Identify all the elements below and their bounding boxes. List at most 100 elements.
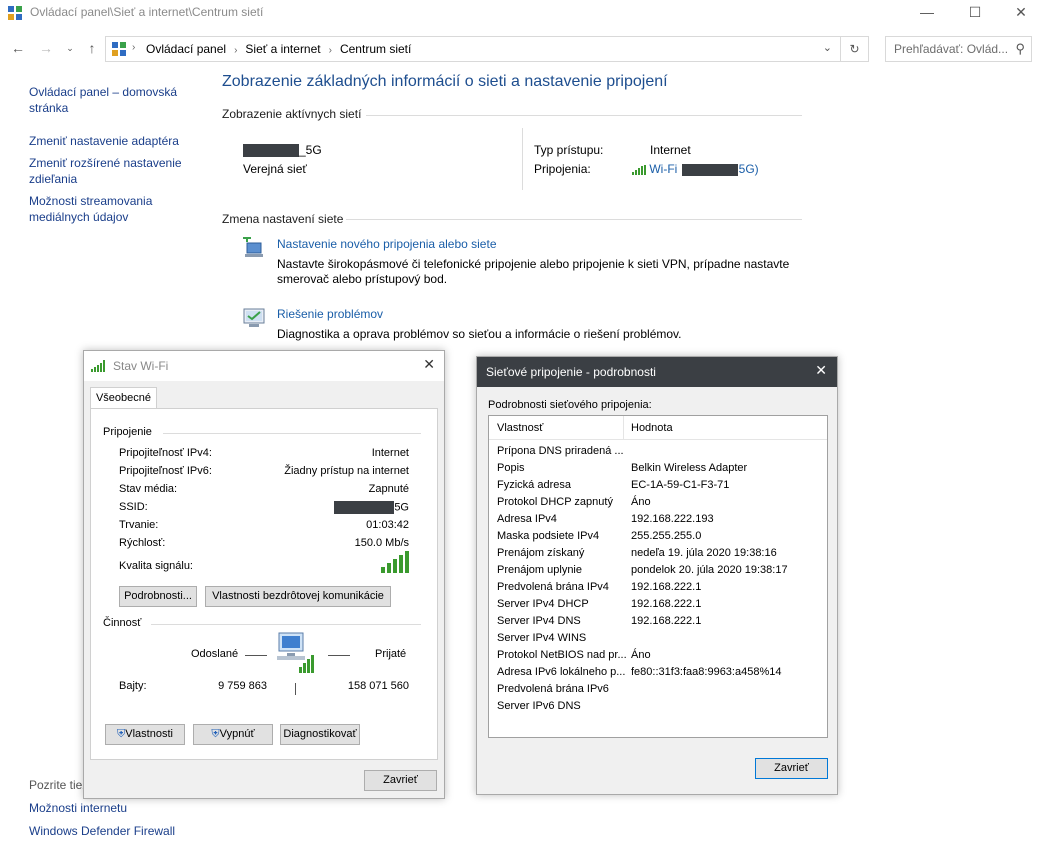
connection-row-label: Rýchlosť: [119,537,166,549]
close-icon[interactable]: ✕ [423,356,435,373]
list-item[interactable]: Fyzická adresa EC-1A-59-C1-F3-71 [489,478,827,495]
shield-icon: ⛨ [211,728,220,740]
divider [151,624,421,625]
details-list[interactable]: Vlastnosť Hodnota Prípona DNS priradená … [488,415,828,738]
properties-button[interactable]: ⛨Vlastnosti [105,724,185,745]
breadcrumb-item[interactable]: Centrum sietí [340,42,411,56]
active-networks-header: Zobrazenie aktívnych sietí [222,107,362,121]
sidebar-item-sharing-settings[interactable]: Zmeniť rozšírené nastavenie zdieľania [29,155,199,187]
close-button[interactable]: Zavrieť [755,758,828,779]
diagnose-button[interactable]: Diagnostikovať [280,724,360,745]
breadcrumb-item[interactable]: Ovládací panel [146,42,226,56]
list-item[interactable]: Adresa IPv6 lokálneho p... fe80::31f3:faa… [489,665,827,682]
wifi-status-title: Stav Wi-Fi [113,359,169,373]
wifi-connection-link[interactable]: Wi-Fi 5G) [632,162,759,176]
divider [328,655,350,656]
redacted-block [681,163,738,176]
list-item[interactable]: Server IPv4 WINS [489,631,827,648]
troubleshoot-link[interactable]: Riešenie problémov [277,307,383,321]
breadcrumb-item[interactable]: Sieť a internet [245,42,320,56]
details-button[interactable]: Podrobnosti... [119,586,197,607]
signal-bar [399,555,403,573]
property-value: Belkin Wireless Adapter [631,462,748,474]
network-name: _5G [243,143,322,158]
property-name: Server IPv4 DNS [497,615,581,627]
sidebar-item-firewall[interactable]: Windows Defender Firewall [29,823,199,839]
disable-button[interactable]: ⛨Vypnúť [193,724,273,745]
breadcrumb-chevron-icon: › [132,42,136,53]
sidebar-item-media-streaming[interactable]: Možnosti streamovania mediálnych údajov [29,193,199,225]
bytes-sent-value: 9 759 863 [218,680,267,692]
wifi-link-suffix[interactable]: 5G) [739,162,759,176]
new-connection-link[interactable]: Nastavenie nového pripojenia alebo siete [277,237,497,251]
property-name: Prípona DNS priradená ... [497,445,624,457]
property-name: Server IPv6 DNS [497,700,581,712]
title-bar: Ovládací panel\Sieť a internet\Centrum s… [0,0,1045,26]
refresh-icon[interactable]: ↻ [841,36,869,62]
column-header-value[interactable]: Hodnota [631,422,673,434]
breadcrumb-chevron-icon: › [328,45,332,56]
address-bar[interactable]: › Ovládací panel › Sieť a internet › Centrum… [105,36,841,62]
list-item[interactable]: Predvolená brána IPv6 [489,682,827,699]
control-panel-icon [112,42,126,56]
close-button[interactable]: Zavrieť [364,770,437,791]
list-item[interactable]: Prípona DNS priradená ... [489,444,827,461]
list-item[interactable]: Prenájom získaný nedeľa 19. júla 2020 19:… [489,546,827,563]
wireless-properties-button[interactable]: Vlastnosti bezdrôtovej komunikácie [205,586,391,607]
property-value: 192.168.222.193 [631,513,714,525]
forward-arrow-icon[interactable]: → [38,40,54,56]
activity-group-label: Činnosť [103,617,142,629]
list-item[interactable]: Popis Belkin Wireless Adapter [489,461,827,478]
list-item[interactable]: Prenájom uplynie pondelok 20. júla 2020 1… [489,563,827,580]
connection-row-label: Pripojiteľnosť IPv4: [119,447,212,459]
divider [163,433,421,434]
signal-bar [393,559,397,573]
new-connection-icon [243,237,263,257]
connection-row-value: 150.0 Mb/s [354,537,409,549]
troubleshoot-icon [243,308,265,327]
back-arrow-icon[interactable]: ← [10,40,26,56]
list-item[interactable]: Protokol DHCP zapnutý Áno [489,495,827,512]
access-type-label: Typ prístupu: [534,143,604,157]
list-item[interactable]: Predvolená brána IPv4 192.168.222.1 [489,580,827,597]
divider [295,683,296,695]
list-item[interactable]: Adresa IPv4 192.168.222.193 [489,512,827,529]
list-item[interactable]: Server IPv4 DNS 192.168.222.1 [489,614,827,631]
navigation-bar: ← → ⌄ ↑ › Ovládací panel › Sieť a internet… [0,34,1045,64]
property-name: Protokol DHCP zapnutý [497,496,613,508]
property-name: Predvolená brána IPv4 [497,581,609,593]
recent-locations-chevron-icon[interactable]: ⌄ [62,40,78,56]
sidebar-item-adapter-settings[interactable]: Zmeniť nastavenie adaptéra [29,133,199,149]
property-value: pondelok 20. júla 2020 19:38:17 [631,564,788,576]
signal-bars-icon [632,164,646,175]
redacted-block [334,501,395,514]
connection-row-value: 01:03:42 [366,519,409,531]
change-settings-header: Zmena nastavení siete [222,212,344,226]
tab-general[interactable]: Všeobecné [90,387,157,409]
sidebar-item-internet-options[interactable]: Možnosti internetu [29,800,199,816]
close-window-button[interactable]: ✕ [998,0,1044,26]
signal-bars-icon [91,360,105,372]
maximize-button[interactable]: ☐ [952,0,998,26]
list-item[interactable]: Server IPv4 DHCP 192.168.222.1 [489,597,827,614]
redacted-block [243,144,299,158]
list-item[interactable]: Maska podsiete IPv4 255.255.255.0 [489,529,827,546]
list-item[interactable]: Protokol NetBIOS nad pr... Áno [489,648,827,665]
close-icon[interactable]: ✕ [815,362,827,379]
up-arrow-icon[interactable]: ↑ [84,40,100,56]
property-name: Server IPv4 WINS [497,632,587,644]
sidebar-item-home[interactable]: Ovládací panel – domovská stránka [29,84,199,116]
tab-panel: Pripojenie Pripojiteľnosť IPv4: Internet P… [90,408,438,760]
page-title: Zobrazenie základných informácií o sieti… [222,73,668,90]
column-header-property[interactable]: Vlastnosť [497,422,543,434]
connection-row-label: Stav média: [119,483,178,495]
address-dropdown-icon[interactable]: ⌄ [823,41,832,54]
wifi-link-prefix[interactable]: Wi-Fi [649,162,677,176]
search-input[interactable]: Prehľadávať: Ovlád... ⚲ [885,36,1032,62]
list-item[interactable]: Server IPv6 DNS [489,699,827,716]
property-value: nedeľa 19. júla 2020 19:38:16 [631,547,777,559]
property-name: Server IPv4 DHCP [497,598,589,610]
minimize-button[interactable]: — [904,0,950,26]
divider [245,655,267,656]
breadcrumb-chevron-icon: › [234,45,238,56]
